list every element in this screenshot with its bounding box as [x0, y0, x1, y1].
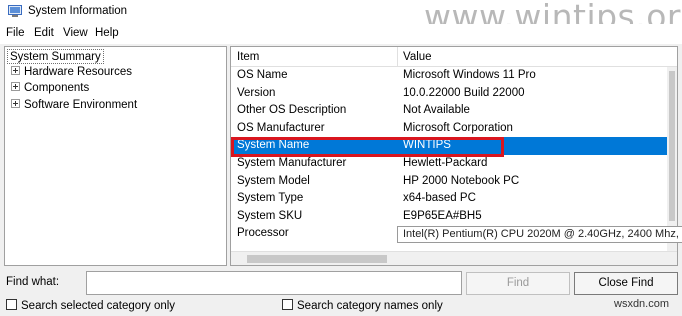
row-value: 10.0.22000 Build 22000: [403, 86, 525, 99]
row-item: Version: [237, 86, 276, 99]
vertical-scrollbar[interactable]: [667, 67, 677, 251]
find-what-label: Find what:: [6, 276, 60, 288]
corner-watermark: wsxdn.com: [614, 298, 670, 310]
row-value: Hewlett-Packard: [403, 157, 488, 169]
list-header: Item Value: [231, 47, 677, 67]
column-divider[interactable]: [397, 47, 398, 67]
highlight-annotation-box: [231, 137, 504, 157]
horizontal-scrollbar[interactable]: [231, 251, 677, 265]
row-item: Other OS Description: [237, 104, 347, 117]
row-value: Microsoft Corporation: [403, 121, 513, 134]
table-row[interactable]: OS Name Microsoft Windows 11 Pro: [231, 67, 667, 85]
table-row[interactable]: Other OS Description Not Available: [231, 102, 667, 120]
horizontal-scrollbar-thumb[interactable]: [247, 255, 387, 263]
row-item: OS Name: [237, 69, 288, 81]
checkbox-box[interactable]: [282, 299, 293, 310]
checkbox-label: Search category names only: [297, 300, 443, 312]
category-tree[interactable]: System Summary Hardware Resources Compon…: [4, 46, 227, 266]
title-bar: System Information www.wintips.org: [0, 0, 682, 36]
row-item: System Type: [237, 192, 304, 205]
tree-item-software-environment[interactable]: Software Environment: [11, 98, 137, 113]
row-item: OS Manufacturer: [237, 121, 325, 134]
row-value: x64-based PC: [403, 192, 476, 205]
row-value: E9P65EA#BH5: [403, 209, 482, 222]
system-information-app-icon: [8, 5, 22, 17]
tree-item-hardware-resources[interactable]: Hardware Resources: [11, 65, 132, 80]
row-item: System Model: [237, 174, 310, 187]
checkbox-label: Search selected category only: [21, 300, 176, 312]
menu-file[interactable]: File: [6, 27, 25, 39]
table-row[interactable]: OS Manufacturer Microsoft Corporation: [231, 120, 667, 138]
close-find-button[interactable]: Close Find: [574, 272, 678, 295]
vertical-scrollbar-thumb[interactable]: [669, 71, 675, 221]
table-row[interactable]: Version 10.0.22000 Build 22000: [231, 85, 667, 103]
menu-view[interactable]: View: [63, 27, 88, 39]
table-row[interactable]: System Manufacturer Hewlett-Packard: [231, 155, 667, 173]
table-row[interactable]: System Model HP 2000 Notebook PC: [231, 173, 667, 191]
expand-plus-icon[interactable]: [11, 66, 20, 75]
checkbox-box[interactable]: [6, 299, 17, 310]
column-header-value[interactable]: Value: [403, 51, 432, 63]
menu-edit[interactable]: Edit: [34, 27, 54, 39]
expand-plus-icon[interactable]: [11, 99, 20, 108]
find-what-input[interactable]: [86, 271, 462, 295]
menu-help[interactable]: Help: [95, 27, 119, 39]
row-item: Processor: [237, 227, 289, 240]
column-header-item[interactable]: Item: [237, 51, 259, 63]
tree-item-label: Components: [24, 82, 90, 94]
menu-bar: File Edit View Help: [0, 24, 682, 44]
row-value: HP 2000 Notebook PC: [403, 174, 520, 187]
tree-item-label: Hardware Resources: [24, 66, 133, 78]
tree-item-components[interactable]: Components: [11, 81, 89, 96]
find-button[interactable]: Find: [466, 272, 570, 295]
table-row[interactable]: System Type x64-based PC: [231, 190, 667, 208]
search-selected-category-checkbox[interactable]: Search selected category only: [6, 299, 175, 312]
tree-item-system-summary[interactable]: System Summary: [7, 49, 104, 64]
table-row[interactable]: System SKU E9P65EA#BH5: [231, 208, 667, 226]
search-category-names-checkbox[interactable]: Search category names only: [282, 299, 443, 312]
expand-plus-icon[interactable]: [11, 82, 20, 91]
processor-tooltip: Intel(R) Pentium(R) CPU 2020M @ 2.40GHz,…: [397, 226, 682, 243]
row-value: Not Available: [403, 104, 470, 117]
window-title: System Information: [28, 5, 128, 17]
tree-item-label: Software Environment: [24, 99, 138, 111]
row-item: System SKU: [237, 209, 303, 222]
row-value: Microsoft Windows 11 Pro: [403, 69, 536, 81]
row-item: System Manufacturer: [237, 157, 347, 169]
